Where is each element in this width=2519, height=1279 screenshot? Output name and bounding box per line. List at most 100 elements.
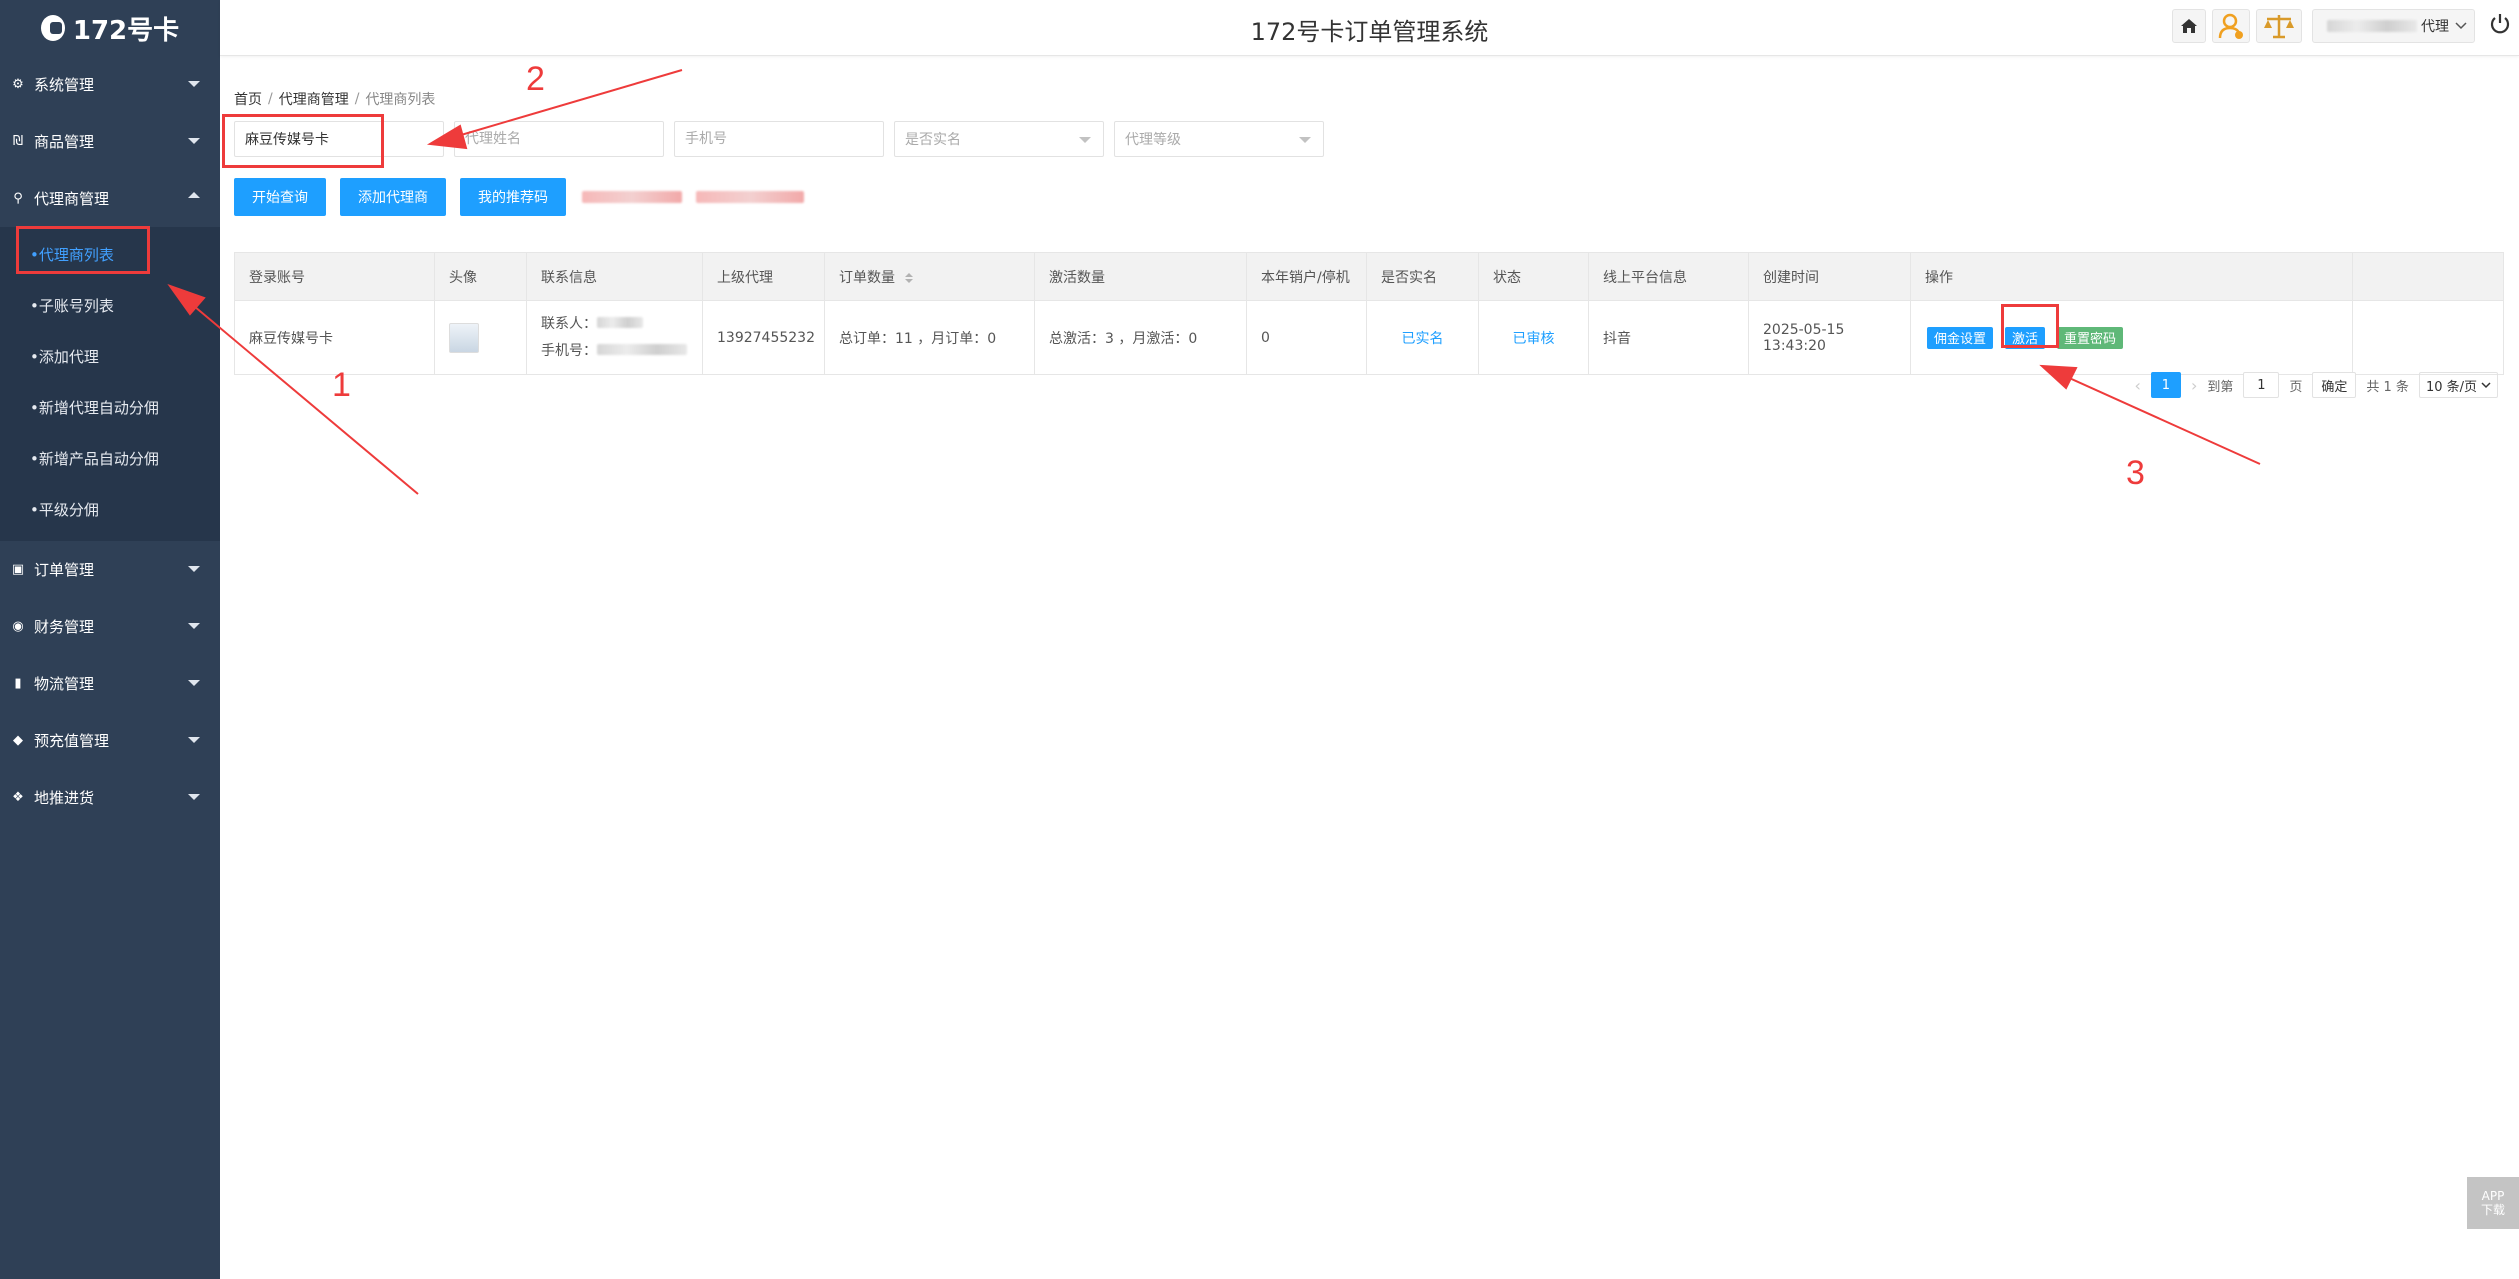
goto-page-input[interactable] (2243, 372, 2280, 398)
review-status[interactable]: 已审核 (1513, 331, 1555, 347)
filter-bar: 是否实名 代理等级 (234, 120, 2504, 158)
sub-item-label: 新增产品自动分佣 (38, 450, 159, 468)
add-agent-button[interactable]: 添加代理商 (340, 178, 446, 216)
caret-down-icon (188, 794, 200, 800)
caret-down-icon (188, 680, 200, 686)
sidebar-item-label: 代理商管理 (34, 190, 110, 208)
sidebar-item-logistics[interactable]: ▮ 物流管理 (0, 655, 220, 712)
sub-item-label: 子账号列表 (38, 297, 114, 315)
sidebar-item-prepaid[interactable]: ◆ 预充值管理 (0, 712, 220, 769)
col-platform: 线上平台信息 (1588, 252, 1749, 301)
breadcrumb-separator: / (268, 91, 273, 107)
realname-select[interactable]: 是否实名 (894, 121, 1104, 157)
sidebar-sub-peer-commission[interactable]: • 平级分佣 (0, 484, 220, 535)
next-page-icon[interactable]: › (2191, 376, 2197, 395)
sidebar-item-agents[interactable]: ⚲ 代理商管理 (0, 170, 220, 227)
realname-status[interactable]: 已实名 (1402, 331, 1444, 347)
breadcrumb-current: 代理商列表 (365, 92, 436, 108)
caret-down-icon (188, 81, 200, 87)
sub-item-label: 平级分佣 (38, 501, 99, 519)
sidebar-sub-add-agent[interactable]: • 添加代理 (0, 331, 220, 382)
col-orders[interactable]: 订单数量 (824, 252, 1035, 301)
sidebar-item-label: 商品管理 (34, 133, 95, 151)
sidebar-item-finance[interactable]: ◉ 财务管理 (0, 598, 220, 655)
search-button[interactable]: 开始查询 (234, 178, 326, 216)
col-cancelled: 本年销户/停机 (1246, 252, 1367, 301)
referral-code-button[interactable]: 我的推荐码 (460, 178, 566, 216)
cell-empty (2352, 300, 2504, 375)
caret-down-icon (188, 737, 200, 743)
annotation-number-2: 2 (526, 60, 545, 98)
prev-page-icon[interactable]: ‹ (2135, 376, 2141, 395)
commission-settings-button[interactable]: 佣金设置 (1927, 326, 1994, 349)
balance-button[interactable] (2256, 9, 2302, 43)
sidebar-item-label: 系统管理 (34, 76, 95, 94)
col-contact: 联系信息 (526, 252, 703, 301)
action-buttons: 开始查询 添加代理商 我的推荐码 (234, 178, 2504, 216)
annotation-box-account-input (222, 114, 384, 168)
contact-redacted (597, 316, 643, 328)
avatar[interactable] (449, 322, 479, 353)
breadcrumb-home[interactable]: 首页 (234, 89, 262, 109)
page-size-select[interactable]: 10 条/页 (2418, 372, 2498, 398)
breadcrumb-section[interactable]: 代理商管理 (279, 89, 349, 109)
top-bar: 172号卡订单管理系统 代理 (220, 0, 2519, 56)
gear-icon: ⚙ (12, 77, 24, 92)
select-arrow-icon (1079, 137, 1091, 143)
sidebar-item-orders[interactable]: ▣ 订单管理 (0, 541, 220, 598)
caret-down-icon (188, 138, 200, 144)
cell-actions: 佣金设置 激活 重置密码 (1910, 300, 2353, 375)
agents-submenu: • 代理商列表 • 子账号列表 • 添加代理 • 新增代理自动分佣 • 新增产品… (0, 227, 220, 541)
cell-orders: 总订单：11 ，月订单：0 (824, 300, 1035, 375)
reset-password-button[interactable]: 重置密码 (2057, 326, 2124, 349)
sidebar-sub-agent-commission[interactable]: • 新增代理自动分佣 (0, 382, 220, 433)
user-profile-button[interactable] (2212, 9, 2250, 43)
phone-redacted (597, 343, 687, 355)
sidebar-item-goods[interactable]: ₪ 商品管理 (0, 113, 220, 170)
col-created: 创建时间 (1748, 252, 1911, 301)
goto-label: 到第 (2207, 379, 2234, 395)
sidebar-item-label: 订单管理 (34, 561, 95, 579)
table-header-row: 登录账号 头像 联系信息 上级代理 订单数量 激活数量 本年销户/停机 是否实名… (234, 252, 2504, 301)
goto-confirm-button[interactable]: 确定 (2312, 372, 2357, 398)
sub-item-label: 新增代理自动分佣 (38, 399, 159, 417)
col-parent: 上级代理 (702, 252, 825, 301)
cell-contact: 联系人： 手机号： (526, 300, 703, 375)
order-icon: ▣ (11, 562, 25, 577)
app-download-line1: APP (2481, 1189, 2505, 1203)
sub-item-label: 添加代理 (38, 348, 99, 366)
logo[interactable]: 172号卡 (0, 0, 220, 56)
sidebar: 172号卡 ⚙ 系统管理 ₪ 商品管理 ⚲ 代理商管理 • 代理商列表 • 子账… (0, 0, 220, 1279)
power-icon[interactable] (2488, 12, 2512, 36)
sidebar-item-system[interactable]: ⚙ 系统管理 (0, 56, 220, 113)
bookmark-icon: ▮ (14, 676, 22, 691)
agent-level-select[interactable]: 代理等级 (1114, 121, 1324, 157)
user-icon (2218, 13, 2243, 39)
phone-input[interactable] (674, 121, 884, 157)
agent-name-input[interactable] (454, 121, 664, 157)
cell-status: 已审核 (1478, 300, 1589, 375)
scale-icon (2264, 15, 2294, 39)
col-empty (2352, 252, 2504, 301)
sidebar-item-label: 物流管理 (34, 675, 95, 693)
breadcrumb-separator: / (354, 91, 360, 107)
pagination: ‹ 1 › 到第 页 确定 共 1 条 10 条/页 (2135, 372, 2498, 398)
cell-activations: 总激活：3 ，月激活：0 (1034, 300, 1247, 375)
sidebar-sub-product-commission[interactable]: • 新增产品自动分佣 (0, 433, 220, 484)
level-select-value: 代理等级 (1125, 132, 1181, 148)
caret-up-icon (188, 192, 200, 198)
sort-icon[interactable] (905, 272, 914, 283)
annotation-box-activate (2001, 304, 2059, 348)
logo-mark-icon (40, 15, 65, 41)
annotation-box-agent-list (16, 226, 150, 274)
sidebar-sub-subaccounts[interactable]: • 子账号列表 (0, 280, 220, 331)
user-menu[interactable]: 代理 (2312, 9, 2475, 43)
sidebar-item-ground[interactable]: ❖ 地推进货 (0, 769, 220, 826)
total-count: 共 1 条 (2366, 379, 2409, 395)
page-number-current[interactable]: 1 (2150, 372, 2181, 398)
caret-down-icon (188, 623, 200, 629)
app-download-button[interactable]: APP 下载 (2467, 1177, 2519, 1229)
home-button[interactable] (2172, 9, 2206, 43)
referral-redacted (582, 191, 682, 203)
agent-icon: ⚲ (13, 191, 23, 206)
